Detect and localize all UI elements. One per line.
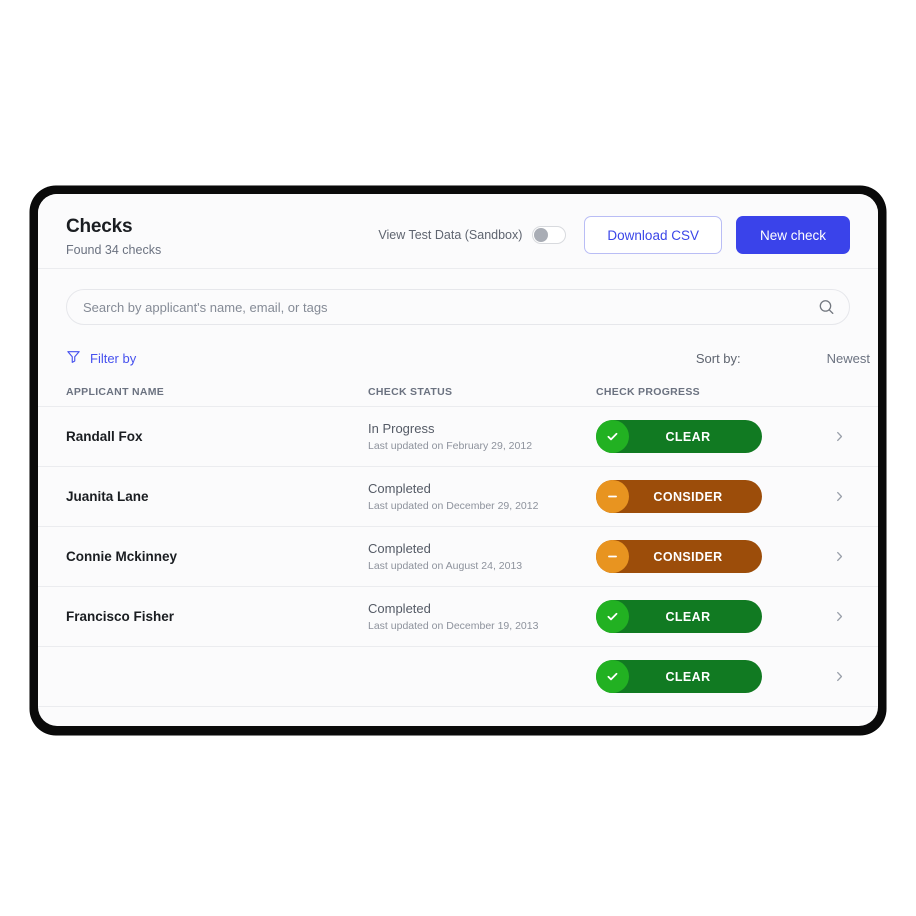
- check-icon: [596, 600, 629, 633]
- check-icon: [596, 420, 629, 453]
- page-header: Checks Found 34 checks View Test Data (S…: [38, 194, 878, 268]
- sort-by-control[interactable]: Sort by: Newest: [696, 351, 878, 366]
- sort-by-value[interactable]: Newest: [827, 351, 878, 366]
- check-progress-cell: CLEAR: [596, 420, 850, 453]
- check-status: Completed: [368, 480, 431, 496]
- download-csv-button[interactable]: Download CSV: [584, 216, 722, 254]
- last-updated: Last updated on August 24, 2013: [368, 559, 523, 572]
- filter-by-button[interactable]: Filter by: [66, 349, 136, 367]
- check-status-cell: [368, 675, 596, 678]
- check-progress-cell: CONSIDER: [596, 540, 850, 573]
- checks-app-card: Checks Found 34 checks View Test Data (S…: [38, 194, 878, 726]
- search-icon[interactable]: [818, 299, 835, 316]
- last-updated: Last updated on December 19, 2013: [368, 619, 539, 632]
- check-icon: [596, 660, 629, 693]
- check-progress-cell: CONSIDER: [596, 480, 850, 513]
- sandbox-toggle-label: View Test Data (Sandbox): [378, 228, 523, 242]
- applicant-name: Connie Mckinney: [66, 549, 178, 564]
- search-section: [38, 269, 878, 325]
- last-updated: Last updated on February 29, 2012: [368, 439, 533, 452]
- checks-table: APPLICANT NAME CHECK STATUS CHECK PROGRE…: [38, 377, 878, 707]
- chevron-right-icon[interactable]: [833, 670, 850, 683]
- check-status: Completed: [368, 540, 431, 556]
- column-header-applicant-name: APPLICANT NAME: [66, 385, 165, 398]
- sandbox-toggle-group: View Test Data (Sandbox): [378, 226, 567, 244]
- check-status: Completed: [368, 600, 431, 616]
- column-header-check-progress: CHECK PROGRESS: [596, 385, 700, 398]
- check-status: In Progress: [368, 420, 435, 436]
- status-badge-consider[interactable]: CONSIDER: [596, 480, 762, 513]
- check-status-cell: Completed Last updated on December 19, 2…: [368, 601, 596, 633]
- last-updated: Last updated on December 29, 2012: [368, 499, 539, 512]
- device-frame: Checks Found 34 checks View Test Data (S…: [30, 186, 886, 735]
- filter-by-label: Filter by: [90, 350, 137, 366]
- chevron-right-icon[interactable]: [833, 610, 850, 623]
- chevron-right-icon[interactable]: [833, 430, 850, 443]
- applicant-name: Randall Fox: [66, 429, 143, 444]
- minus-icon: [596, 540, 629, 573]
- sandbox-toggle-switch[interactable]: [532, 226, 567, 244]
- check-progress-cell: CLEAR: [596, 600, 850, 633]
- table-row[interactable]: CLEAR: [38, 647, 878, 707]
- chevron-right-icon[interactable]: [833, 550, 850, 563]
- header-actions: View Test Data (Sandbox) Download CSV Ne…: [378, 216, 850, 254]
- table-header-row: APPLICANT NAME CHECK STATUS CHECK PROGRE…: [38, 377, 878, 407]
- applicant-name: Francisco Fisher: [66, 609, 175, 624]
- sort-by-label: Sort by:: [695, 350, 741, 366]
- column-header-check-status: CHECK STATUS: [368, 385, 453, 398]
- funnel-icon: [66, 349, 81, 367]
- toggle-knob: [534, 228, 549, 242]
- check-status-cell: In Progress Last updated on February 29,…: [368, 421, 596, 453]
- filter-sort-row: Filter by Sort by: Newest: [38, 325, 878, 377]
- check-status-cell: Completed Last updated on August 24, 201…: [368, 541, 596, 573]
- check-progress-cell: CLEAR: [596, 660, 850, 693]
- new-check-button[interactable]: New check: [735, 216, 850, 254]
- status-badge-consider[interactable]: CONSIDER: [596, 540, 762, 573]
- minus-icon: [596, 480, 629, 513]
- table-row[interactable]: Francisco Fisher Completed Last updated …: [38, 587, 878, 647]
- search-box[interactable]: [66, 289, 850, 325]
- table-row[interactable]: Connie Mckinney Completed Last updated o…: [38, 527, 878, 587]
- check-status-cell: Completed Last updated on December 29, 2…: [368, 481, 596, 513]
- chevron-right-icon[interactable]: [833, 490, 850, 503]
- status-badge-clear[interactable]: CLEAR: [596, 660, 762, 693]
- applicant-name: Juanita Lane: [66, 489, 149, 504]
- status-badge-clear[interactable]: CLEAR: [596, 420, 762, 453]
- table-row[interactable]: Juanita Lane Completed Last updated on D…: [38, 467, 878, 527]
- table-row[interactable]: Randall Fox In Progress Last updated on …: [38, 407, 878, 467]
- status-badge-clear[interactable]: CLEAR: [596, 600, 762, 633]
- search-input[interactable]: [67, 299, 849, 315]
